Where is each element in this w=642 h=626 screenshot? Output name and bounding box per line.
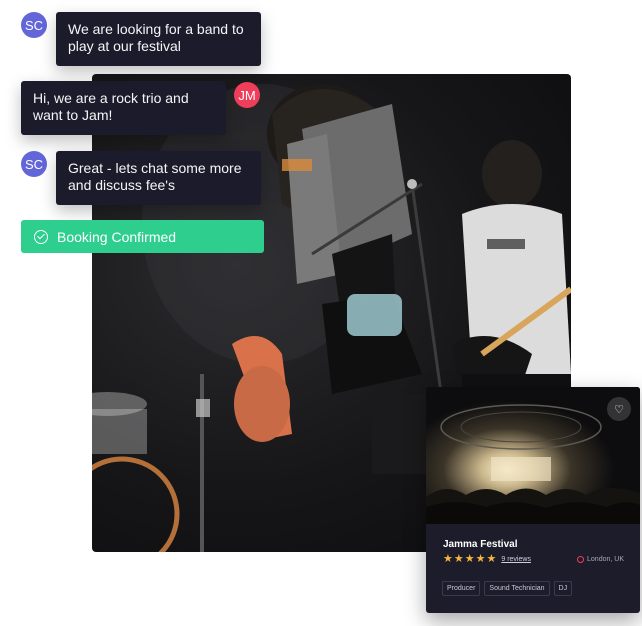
star-icon: ★	[475, 553, 486, 565]
chat-message-line: and discuss fee's	[68, 177, 175, 193]
location-label: London, UK	[587, 556, 624, 563]
chat-message-line: want to Jam!	[33, 107, 113, 123]
tag-dj[interactable]: DJ	[553, 581, 573, 596]
chat-message: We are looking for a band to play at our…	[56, 12, 261, 66]
star-icon: ★	[464, 553, 475, 565]
tag-producer[interactable]: Producer	[442, 581, 481, 596]
star-icon: ★	[453, 553, 464, 565]
avatar-initials: SC	[24, 156, 44, 172]
festival-image: ♡	[426, 387, 640, 524]
festival-title: Jamma Festival	[443, 539, 518, 550]
star-icon: ★	[486, 553, 497, 565]
heart-icon: ♡	[614, 403, 624, 416]
avatar-initials: JM	[238, 87, 256, 103]
chat-message-line: Hi, we are a rock trio and	[33, 90, 189, 106]
tag-list: Producer Sound Technician DJ	[442, 581, 576, 596]
avatar-jm: JM	[234, 82, 260, 108]
favorite-button[interactable]: ♡	[607, 397, 631, 421]
rating-stars: ★ ★ ★ ★ ★ 9 reviews	[443, 554, 531, 565]
chat-message: Hi, we are a rock trio and want to Jam!	[21, 81, 226, 135]
avatar-sc: SC	[21, 12, 47, 38]
booking-confirmed-label: Booking Confirmed	[57, 228, 177, 245]
avatar-initials: SC	[24, 17, 44, 33]
booking-confirmed-banner: Booking Confirmed	[21, 220, 264, 253]
festival-card[interactable]: ♡ Jamma Festival ★ ★ ★ ★ ★ 9 reviews Lon…	[426, 387, 640, 613]
check-circle-icon	[34, 229, 48, 244]
location: London, UK	[577, 556, 624, 563]
chat-message-line: We are looking for a band to	[68, 21, 244, 37]
chat-message-line: play at our festival	[68, 38, 181, 54]
reviews-link[interactable]: 9 reviews	[501, 556, 531, 563]
chat-message: Great - lets chat some more and discuss …	[56, 151, 261, 205]
star-icon: ★	[443, 553, 453, 565]
chat-message-line: Great - lets chat some more	[68, 160, 242, 176]
tag-sound-technician[interactable]: Sound Technician	[484, 581, 550, 596]
avatar-sc: SC	[21, 151, 47, 177]
map-pin-icon	[577, 556, 585, 563]
